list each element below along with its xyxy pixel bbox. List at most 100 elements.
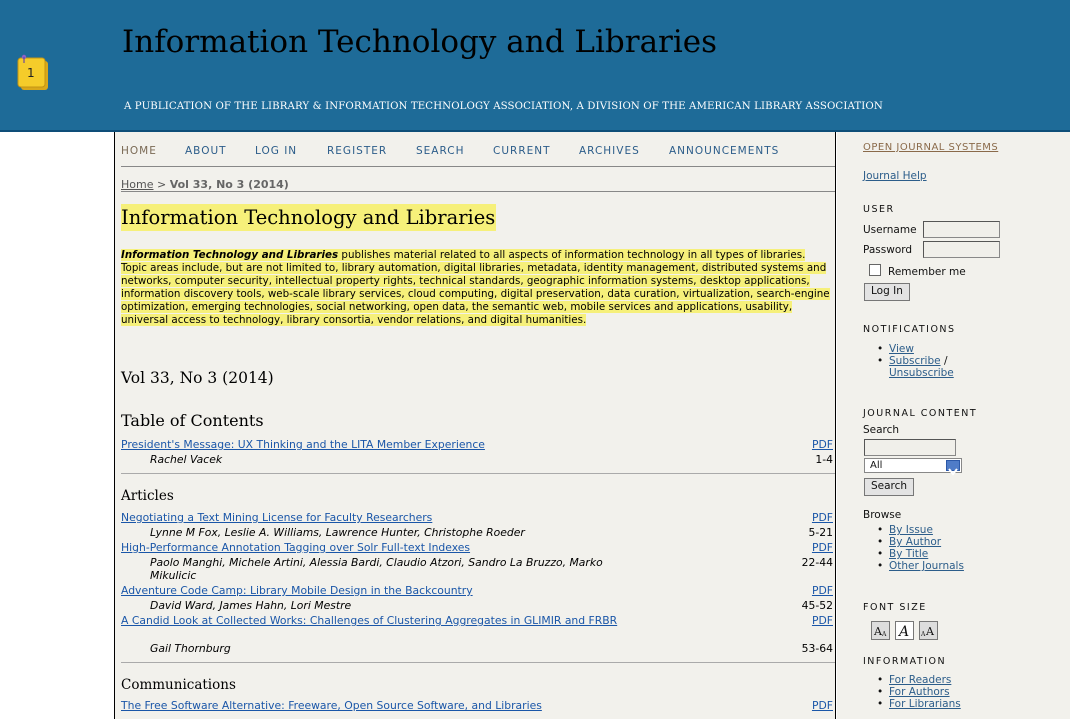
- font-size-increase-icon[interactable]: AA: [919, 621, 938, 640]
- chevron-down-icon: [946, 460, 960, 476]
- font-size-default-icon[interactable]: A: [895, 621, 914, 640]
- nav-about[interactable]: ABOUT: [185, 145, 227, 157]
- login-button[interactable]: Log In: [864, 283, 910, 301]
- browse-label: Browse: [863, 509, 902, 521]
- font-size-heading: FONT SIZE: [863, 602, 927, 613]
- note-badge-number: 1: [27, 66, 35, 80]
- section-heading-communications: Communications: [121, 677, 236, 693]
- list-item: By Title: [877, 548, 964, 560]
- information-list: For Readers For Authors For Librarians: [877, 674, 961, 710]
- breadcrumb-current[interactable]: Vol 33, No 3 (2014): [170, 178, 289, 191]
- journal-title: Information Technology and Libraries: [121, 204, 497, 231]
- notifications-unsubscribe-link[interactable]: Unsubscribe: [889, 367, 954, 379]
- article-pdf-link[interactable]: PDF: [812, 438, 833, 451]
- browse-by-issue-link[interactable]: By Issue: [889, 524, 933, 536]
- nav-register[interactable]: REGISTER: [327, 145, 387, 157]
- issue-heading: Vol 33, No 3 (2014): [121, 369, 274, 387]
- breadcrumb: Home > Vol 33, No 3 (2014): [121, 178, 835, 191]
- notifications-view-link[interactable]: View: [889, 343, 914, 355]
- article-authors: Paolo Manghi, Michele Artini, Alessia Ba…: [150, 556, 603, 582]
- article-pages: 53-64: [801, 642, 833, 655]
- password-label: Password: [863, 244, 913, 256]
- toc-heading: Table of Contents: [121, 411, 264, 430]
- sidebar: OPEN JOURNAL SYSTEMS Journal Help USER U…: [837, 132, 1070, 719]
- password-input[interactable]: [923, 241, 1000, 258]
- site-title: Information Technology and Libraries: [122, 24, 718, 60]
- article-authors: Rachel Vacek: [150, 453, 223, 466]
- nav-log-in[interactable]: LOG IN: [255, 145, 297, 157]
- remember-me-checkbox[interactable]: [869, 264, 881, 276]
- svg-text:A: A: [881, 631, 887, 638]
- journal-search-input[interactable]: [864, 439, 956, 456]
- journal-search-label: Search: [863, 424, 900, 436]
- article-title[interactable]: Adventure Code Camp: Library Mobile Desi…: [121, 584, 661, 597]
- browse-list: By Issue By Author By Title Other Journa…: [877, 524, 964, 572]
- article-title[interactable]: The Free Software Alternative: Freeware,…: [121, 699, 661, 712]
- list-item: Subscribe /Unsubscribe: [877, 355, 954, 379]
- article-title[interactable]: Negotiating a Text Mining License for Fa…: [121, 511, 661, 524]
- article-pdf-link[interactable]: PDF: [812, 699, 833, 712]
- list-item: For Readers: [877, 674, 961, 686]
- svg-text:A: A: [925, 625, 935, 638]
- breadcrumb-separator: >: [156, 178, 167, 191]
- list-item: By Author: [877, 536, 964, 548]
- breadcrumb-home[interactable]: Home: [121, 178, 153, 191]
- article-pdf-link[interactable]: PDF: [812, 511, 833, 524]
- list-item: By Issue: [877, 524, 964, 536]
- main-navigation: HOME ABOUT LOG IN REGISTER SEARCH CURREN…: [121, 145, 835, 167]
- notifications-heading: NOTIFICATIONS: [863, 324, 956, 335]
- notifications-subscribe-link[interactable]: Subscribe: [889, 355, 941, 367]
- article-pdf-link[interactable]: PDF: [812, 584, 833, 597]
- site-header: 1 Information Technology and Libraries A…: [0, 0, 1070, 132]
- sticky-note-icon[interactable]: 1: [16, 54, 50, 92]
- journal-description: Information Technology and Libraries pub…: [121, 249, 833, 327]
- nav-archives[interactable]: ARCHIVES: [579, 145, 640, 157]
- svg-text:A: A: [897, 624, 909, 639]
- for-authors-link[interactable]: For Authors: [889, 686, 950, 698]
- journal-search-button[interactable]: Search: [864, 478, 915, 496]
- for-readers-link[interactable]: For Readers: [889, 674, 951, 686]
- section-divider: [121, 662, 835, 663]
- browse-by-author-link[interactable]: By Author: [889, 536, 941, 548]
- journal-help-link[interactable]: Journal Help: [863, 170, 927, 182]
- journal-description-lead: Information Technology and Libraries: [121, 249, 339, 261]
- browse-by-title-link[interactable]: By Title: [889, 548, 928, 560]
- for-librarians-link[interactable]: For Librarians: [889, 698, 961, 710]
- font-size-decrease-icon[interactable]: AA: [871, 621, 890, 640]
- article-pdf-link[interactable]: PDF: [812, 541, 833, 554]
- search-scope-select[interactable]: All: [864, 458, 962, 476]
- list-item: For Authors: [877, 686, 961, 698]
- section-heading-articles: Articles: [121, 488, 174, 504]
- article-pages: 45-52: [801, 599, 833, 612]
- main-content: HOME ABOUT LOG IN REGISTER SEARCH CURREN…: [114, 132, 836, 719]
- username-label: Username: [863, 224, 917, 236]
- user-heading: USER: [863, 204, 895, 215]
- other-journals-link[interactable]: Other Journals: [889, 560, 964, 572]
- nav-current[interactable]: CURRENT: [493, 145, 551, 157]
- article-title[interactable]: President's Message: UX Thinking and the…: [121, 438, 661, 451]
- nav-search[interactable]: SEARCH: [416, 145, 464, 157]
- article-authors: Lynne M Fox, Leslie A. Williams, Lawrenc…: [150, 526, 525, 539]
- article-pdf-link[interactable]: PDF: [812, 614, 833, 627]
- article-title[interactable]: A Candid Look at Collected Works: Challe…: [121, 614, 626, 627]
- information-heading: INFORMATION: [863, 656, 947, 667]
- ojs-link[interactable]: OPEN JOURNAL SYSTEMS: [863, 142, 998, 153]
- nav-home[interactable]: HOME: [121, 145, 157, 157]
- list-item: Other Journals: [877, 560, 964, 572]
- site-subtitle: A PUBLICATION OF THE LIBRARY & INFORMATI…: [124, 101, 883, 112]
- nav-announcements[interactable]: ANNOUNCEMENTS: [669, 145, 779, 157]
- list-item: For Librarians: [877, 698, 961, 710]
- remember-me-label: Remember me: [888, 266, 966, 278]
- slash-separator: /: [943, 355, 948, 367]
- article-pages: 22-44: [801, 556, 833, 569]
- username-input[interactable]: [923, 221, 1000, 238]
- article-authors: David Ward, James Hahn, Lori Mestre: [150, 599, 352, 612]
- search-scope-value: All: [870, 460, 883, 471]
- article-title[interactable]: High-Performance Annotation Tagging over…: [121, 541, 661, 554]
- notifications-list: View Subscribe /Unsubscribe: [877, 343, 954, 379]
- article-pages: 5-21: [808, 526, 833, 539]
- journal-content-heading: JOURNAL CONTENT: [863, 408, 978, 419]
- breadcrumb-divider: [121, 191, 835, 192]
- section-divider: [121, 473, 835, 474]
- article-pages: 1-4: [815, 453, 833, 466]
